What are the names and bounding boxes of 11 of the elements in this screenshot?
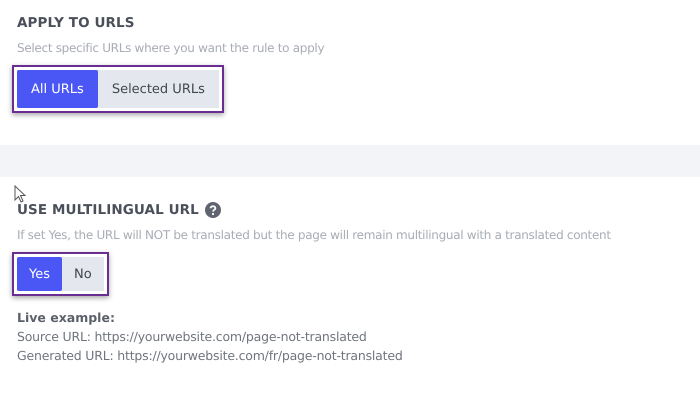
section-description: If set Yes, the URL will NOT be translated but the page will remain multilingual with a translated content	[17, 228, 612, 242]
example-line: Generated URL: https://yourwebsite.com/fr/page-not-translated	[17, 348, 404, 363]
section-title: APPLY TO URLS	[17, 15, 135, 31]
section-description: Select specific URLs where you want the rule to apply	[17, 41, 326, 55]
toggle-option[interactable]: Yes	[17, 257, 62, 291]
section-title: USE MULTILINGUAL URL	[17, 202, 199, 218]
help-icon[interactable]	[204, 202, 221, 218]
example-line: Source URL: https://yourwebsite.com/page-not-translated	[17, 329, 368, 344]
example-heading: Live example:	[17, 310, 116, 325]
toggle-option[interactable]: All URLs	[17, 70, 98, 108]
mouse-pointer-icon	[14, 185, 26, 203]
